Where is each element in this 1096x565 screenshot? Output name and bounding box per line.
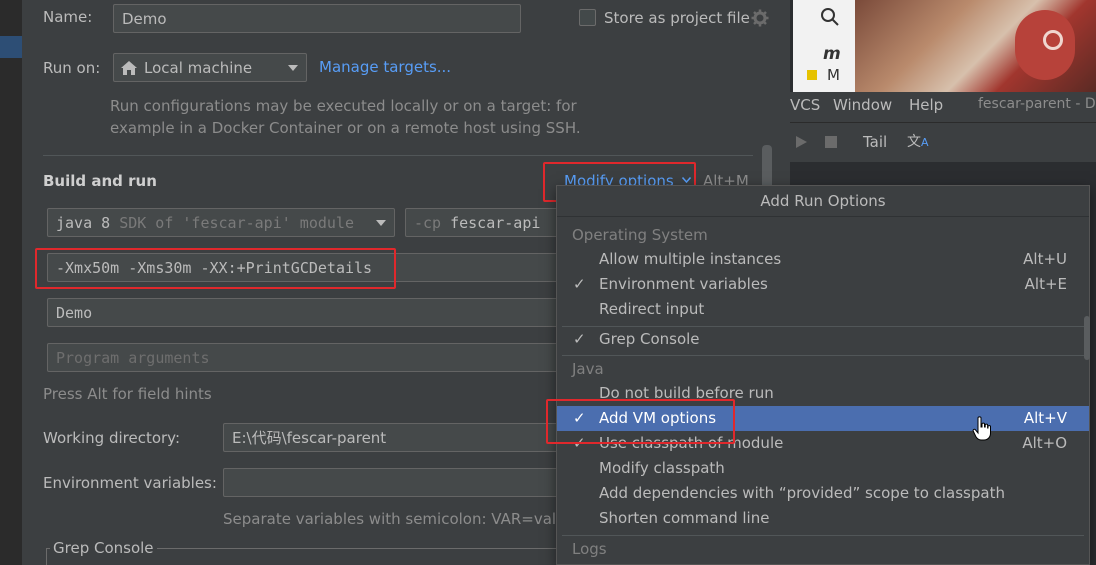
environment-variables-input[interactable]: [223, 468, 568, 497]
run-on-value: Local machine: [144, 58, 253, 77]
small-m-icon: M: [827, 66, 840, 84]
option-label: Grep Console: [599, 330, 700, 348]
home-icon: [121, 60, 137, 75]
background-menubar: VCS Window Help fescar-parent - D: [790, 92, 1096, 122]
popup-title: Add Run Options: [557, 186, 1089, 217]
option-environment-variables[interactable]: ✓ Environment variables Alt+E: [557, 272, 1089, 297]
section-java: Java: [572, 360, 604, 378]
section-logs: Logs: [572, 540, 607, 558]
name-label: Name:: [43, 8, 93, 26]
option-label: Redirect input: [599, 300, 705, 318]
cp-value: fescar-api: [450, 213, 541, 232]
option-redirect-input[interactable]: Redirect input: [557, 297, 1089, 322]
highlight-add-vm-options: [546, 399, 735, 444]
option-label: Allow multiple instances: [599, 250, 782, 268]
yellow-square-icon: [807, 70, 817, 80]
section-operating-system: Operating System: [572, 226, 708, 244]
jre-sdk-dropdown[interactable]: java 8 SDK of 'fescar-api' module: [47, 208, 395, 237]
build-and-run-title: Build and run: [43, 172, 157, 190]
option-label: Modify classpath: [599, 459, 725, 477]
program-arguments-input[interactable]: Program arguments: [47, 343, 567, 372]
option-modify-classpath[interactable]: Modify classpath: [557, 456, 1089, 481]
run-on-label: Run on:: [43, 59, 101, 77]
grep-console-group-title: Grep Console: [50, 539, 157, 557]
left-sidebar-selected[interactable]: [0, 36, 22, 58]
field-hints-text: Press Alt for field hints: [43, 385, 212, 403]
background-tool-strip: m M: [793, 0, 855, 92]
menu-vcs[interactable]: VCS: [790, 96, 820, 114]
working-directory-label: Working directory:: [43, 429, 181, 447]
translate-icon[interactable]: 文A: [907, 131, 929, 153]
background-toolbar: Tail 文A: [790, 122, 1096, 162]
highlight-vm-options: [35, 248, 396, 289]
popup-scrollbar[interactable]: [1084, 316, 1090, 360]
classpath-module-dropdown[interactable]: -cp fescar-api: [405, 208, 565, 237]
store-as-project-label: Store as project file: [604, 9, 750, 27]
run-on-help-line-1: Run configurations may be executed local…: [110, 97, 577, 115]
gear-icon[interactable]: [751, 9, 769, 27]
add-run-options-popup: Add Run Options Operating System Allow m…: [556, 185, 1090, 565]
chevron-down-icon: [288, 65, 298, 71]
option-grep-console[interactable]: ✓ Grep Console: [557, 327, 1089, 352]
run-on-help-line-2: example in a Docker Container or on a re…: [110, 119, 581, 137]
name-input[interactable]: Demo: [113, 4, 521, 33]
hand-cursor-icon: [972, 416, 991, 441]
option-label: Shorten command line: [599, 509, 770, 527]
popup-separator: [562, 355, 1084, 356]
run-on-dropdown[interactable]: Local machine: [113, 53, 307, 82]
chevron-down-icon: [376, 220, 386, 226]
store-as-project-checkbox[interactable]: [579, 9, 596, 26]
cp-prefix: -cp: [414, 213, 442, 232]
background-image: [855, 0, 1096, 92]
option-allow-multiple-instances[interactable]: Allow multiple instances Alt+U: [557, 247, 1089, 272]
option-shortcut: Alt+O: [1022, 434, 1067, 452]
option-label: Environment variables: [599, 275, 768, 293]
environment-variables-help: Separate variables with semicolon: VAR=v…: [223, 510, 575, 528]
sdk-subtext: SDK of 'fescar-api' module: [119, 213, 354, 232]
menu-help[interactable]: Help: [909, 96, 943, 114]
menu-window[interactable]: Window: [833, 96, 892, 114]
environment-variables-label: Environment variables:: [43, 474, 217, 492]
popup-separator: [562, 535, 1084, 536]
sdk-value: java 8: [56, 213, 111, 232]
m-icon: m: [823, 44, 841, 64]
section-divider: [43, 155, 753, 156]
option-shorten-command-line[interactable]: Shorten command line: [557, 506, 1089, 531]
project-title: fescar-parent - D: [978, 96, 1096, 112]
option-shortcut: Alt+V: [1023, 409, 1067, 427]
checkmark-icon: ✓: [573, 330, 586, 348]
option-label: Add dependencies with “provided” scope t…: [599, 484, 1005, 502]
working-directory-input[interactable]: E:\代码\fescar-parent: [223, 423, 568, 452]
run-icon[interactable]: [794, 135, 808, 149]
option-add-provided-dependencies[interactable]: Add dependencies with “provided” scope t…: [557, 481, 1089, 506]
option-shortcut: Alt+E: [1024, 275, 1067, 293]
tail-button[interactable]: Tail: [863, 133, 887, 151]
manage-targets-link[interactable]: Manage targets...: [319, 58, 451, 76]
search-icon: [821, 8, 839, 26]
checkmark-icon: ✓: [573, 275, 586, 293]
left-sidebar: [0, 0, 22, 565]
stop-icon[interactable]: [825, 136, 837, 148]
main-class-input[interactable]: Demo: [47, 298, 567, 327]
option-shortcut: Alt+U: [1023, 250, 1067, 268]
